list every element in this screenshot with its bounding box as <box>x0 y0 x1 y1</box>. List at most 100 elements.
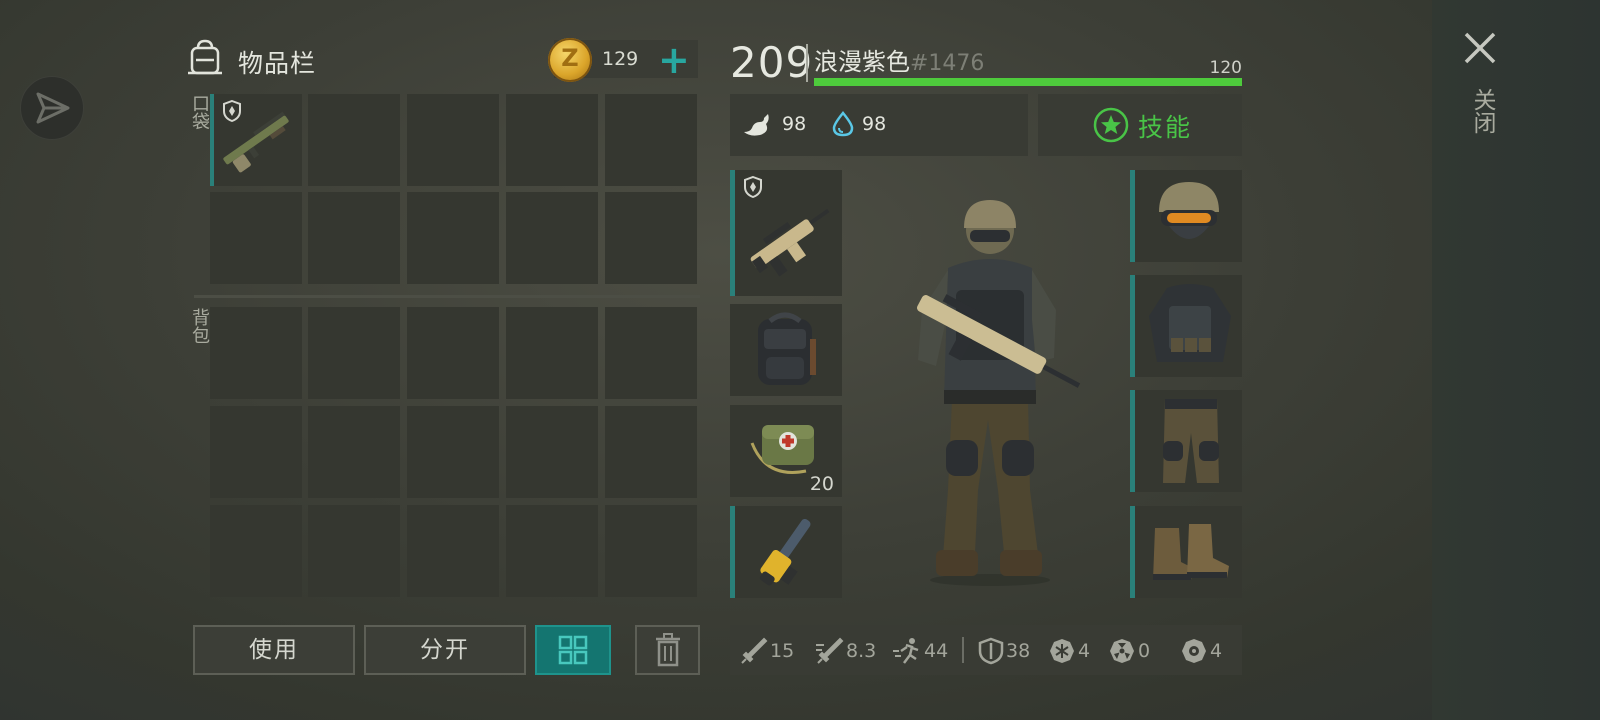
backpack-slot[interactable] <box>730 304 842 396</box>
use-button[interactable]: 使用 <box>193 625 355 675</box>
helmet-icon <box>1159 182 1219 239</box>
hp-bar-fill <box>814 78 1242 86</box>
skills-label: 技能 <box>1138 113 1193 142</box>
inventory-title: 物品栏 <box>238 49 317 78</box>
delete-button[interactable] <box>635 625 700 675</box>
player-level: 209 <box>730 38 814 87</box>
fast-sword-icon <box>816 637 844 664</box>
tool-slot[interactable] <box>730 506 842 598</box>
stat-attack-speed-value: 8.3 <box>846 640 877 662</box>
grid-view-icon <box>558 635 588 665</box>
rifle-icon <box>750 208 830 277</box>
infection-resist-icon <box>1182 639 1206 663</box>
currency-display: Z 129 + <box>548 38 698 82</box>
backpack-slot-9[interactable] <box>506 406 598 498</box>
backpack-slot-4[interactable] <box>506 307 598 399</box>
radiation-resist-icon <box>1110 639 1134 663</box>
stats-separator <box>962 637 964 663</box>
backpack-slot-7[interactable] <box>308 406 400 498</box>
backpack-slot-11[interactable] <box>210 505 302 597</box>
character-legs <box>942 400 1040 574</box>
hp-value: 120 <box>1209 58 1242 78</box>
weapon-slot[interactable] <box>730 170 842 296</box>
player-id: #1476 <box>910 51 985 76</box>
combat-stats-bar: 15 8.3 44 38 4 0 4 <box>730 625 1242 675</box>
stat-melee-value: 15 <box>770 640 795 662</box>
inventory-header: 物品栏 Z 129 + <box>184 38 700 82</box>
backpack-slot-14[interactable] <box>506 505 598 597</box>
feet-slot[interactable] <box>1130 506 1242 598</box>
right-panel-background <box>1432 0 1600 720</box>
backpack-slot-2[interactable] <box>308 307 400 399</box>
backpack-slot-5[interactable] <box>605 307 697 399</box>
stat-radiation-value: 0 <box>1138 640 1151 662</box>
sword-icon <box>741 637 768 664</box>
head-slot[interactable] <box>1130 170 1242 262</box>
pocket-slot-7[interactable] <box>308 192 400 284</box>
share-button[interactable] <box>20 76 84 140</box>
backpack-slot-3[interactable] <box>407 307 499 399</box>
armor-shield-icon <box>978 637 1004 665</box>
player-name-row: 浪漫紫色#1476 <box>814 42 984 77</box>
survival-stats: 98 98 <box>730 94 1028 156</box>
character-arm-right <box>1032 270 1056 362</box>
medkit-slot[interactable]: 20 <box>730 405 842 497</box>
character-knee-left <box>946 440 978 476</box>
pocket-slot-10[interactable] <box>605 192 697 284</box>
stat-infection: 4 <box>1180 637 1222 665</box>
pocket-slot-9[interactable] <box>506 192 598 284</box>
cold-resist-icon <box>1050 639 1074 663</box>
character-boot-right <box>1000 550 1042 576</box>
close-icon[interactable] <box>1462 30 1498 66</box>
pocket-slot-6[interactable] <box>210 192 302 284</box>
backpack-slot-6[interactable] <box>210 406 302 498</box>
tactical-pants-icon <box>1163 399 1219 483</box>
pocket-slot-8[interactable] <box>407 192 499 284</box>
section-divider <box>194 295 700 298</box>
pocket-slot-4[interactable] <box>506 94 598 186</box>
backpack-label: 背包 <box>189 308 210 344</box>
stat-armor: 38 <box>978 637 1030 665</box>
backpack-slot-8[interactable] <box>407 406 499 498</box>
currency-amount: 129 <box>602 48 639 70</box>
pocket-slot-1[interactable] <box>210 94 302 186</box>
pockets-label: 口袋 <box>189 94 210 130</box>
pocket-slot-2[interactable] <box>308 94 400 186</box>
food-value: 98 <box>782 113 807 135</box>
running-icon <box>893 638 919 664</box>
close-label[interactable]: 关闭 <box>1465 88 1499 134</box>
backpack-slot-15[interactable] <box>605 505 697 597</box>
z-coin-icon: Z <box>548 38 592 82</box>
boots-icon <box>1153 524 1229 580</box>
tactical-vest-icon <box>1149 284 1231 362</box>
split-button[interactable]: 分开 <box>364 625 526 675</box>
send-icon <box>36 92 70 124</box>
food-stomach-icon <box>744 114 769 136</box>
level-separator <box>806 44 808 82</box>
stat-cold-value: 4 <box>1078 640 1091 662</box>
stat-move-speed: 44 <box>892 637 948 665</box>
backpack-slot-12[interactable] <box>308 505 400 597</box>
add-currency-button[interactable]: + <box>658 38 690 82</box>
water-drop-icon <box>832 111 854 137</box>
stat-cold: 4 <box>1048 637 1090 665</box>
hp-bar <box>814 78 1242 86</box>
skills-button[interactable]: 技能 <box>1038 94 1242 156</box>
character-belt <box>944 390 1036 404</box>
medkit-count: 20 <box>809 473 834 495</box>
stat-move-speed-value: 44 <box>924 640 949 662</box>
legs-slot[interactable] <box>1130 390 1242 492</box>
character-model <box>917 200 1081 586</box>
backpack-slot-13[interactable] <box>407 505 499 597</box>
grid-view-button[interactable] <box>535 625 611 675</box>
character-helmet <box>964 200 1016 228</box>
star-badge-icon <box>1093 107 1129 143</box>
stat-attack-speed: 8.3 <box>814 637 876 665</box>
trash-icon <box>655 633 680 667</box>
pocket-slot-5[interactable] <box>605 94 697 186</box>
backpack-slot-1[interactable] <box>210 307 302 399</box>
character-knee-right <box>1002 440 1034 476</box>
backpack-slot-10[interactable] <box>605 406 697 498</box>
pocket-slot-3[interactable] <box>407 94 499 186</box>
body-slot[interactable] <box>1130 275 1242 377</box>
